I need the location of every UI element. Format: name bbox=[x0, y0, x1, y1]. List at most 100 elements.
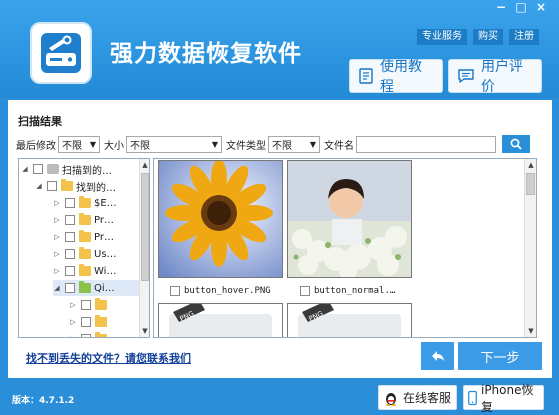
file-thumbnail[interactable] bbox=[287, 160, 412, 280]
modified-label: 最后修改 bbox=[16, 140, 56, 152]
photo-image bbox=[288, 161, 411, 280]
tutorial-button[interactable]: 使用教程 bbox=[349, 59, 443, 95]
checkbox[interactable] bbox=[47, 181, 57, 191]
checkbox[interactable] bbox=[81, 334, 91, 337]
scroll-up-icon[interactable]: ▲ bbox=[140, 161, 149, 169]
search-icon bbox=[510, 138, 522, 150]
tree-item[interactable]: ▷ bbox=[69, 297, 110, 313]
expand-icon[interactable]: ▷ bbox=[53, 233, 61, 241]
sunflower-image bbox=[159, 159, 282, 277]
tree-item[interactable]: ▷ Pr… bbox=[53, 212, 114, 228]
expand-icon[interactable]: ▷ bbox=[53, 199, 61, 207]
tree-item-selected[interactable]: ◢ Qi… bbox=[53, 280, 141, 296]
expand-icon[interactable]: ▷ bbox=[53, 216, 61, 224]
app-logo bbox=[30, 22, 92, 84]
user-review-button[interactable]: 用户评价 bbox=[448, 59, 542, 95]
folder-icon bbox=[95, 298, 107, 310]
footer: 版本：4.7.1.2 在线客服 iPhone恢复 bbox=[0, 380, 559, 415]
document-icon bbox=[359, 68, 373, 84]
file-caption[interactable]: button_hover.PNG bbox=[170, 286, 271, 296]
checkbox[interactable] bbox=[81, 317, 91, 327]
collapse-icon[interactable]: ◢ bbox=[53, 284, 61, 292]
expand-icon[interactable]: ▷ bbox=[53, 250, 61, 258]
contact-us-link[interactable]: 找不到丢失的文件？请您联系我们 bbox=[26, 350, 191, 366]
back-button[interactable] bbox=[421, 342, 454, 370]
tree-scrollbar[interactable]: ▲ ▼ bbox=[139, 159, 149, 337]
folder-icon bbox=[79, 213, 91, 225]
next-button[interactable]: 下一步 bbox=[458, 342, 542, 370]
scroll-down-icon[interactable]: ▼ bbox=[140, 327, 149, 335]
tree-item[interactable]: ▷ Pr… bbox=[53, 229, 114, 245]
scan-results-panel: 扫描结果 最后修改 不限 ▼ 大小 不限 ▼ 文件类型 不限 ▼ 文件名 ◢ 扫描到的…… bbox=[8, 100, 552, 378]
expand-icon[interactable]: ▷ bbox=[53, 267, 61, 275]
filename-label: 文件名 bbox=[324, 140, 354, 152]
modified-select[interactable]: 不限 ▼ bbox=[58, 135, 100, 153]
gallery-scrollbar[interactable]: ▲ ▼ bbox=[524, 159, 536, 337]
folder-icon bbox=[61, 179, 73, 191]
folder-icon bbox=[79, 196, 91, 208]
checkbox[interactable] bbox=[65, 215, 75, 225]
drive-repair-icon bbox=[41, 33, 81, 73]
checkbox[interactable] bbox=[65, 198, 75, 208]
tree-item[interactable]: ▷ bbox=[69, 331, 110, 337]
checkbox[interactable] bbox=[65, 266, 75, 276]
iphone-recovery-button[interactable]: iPhone恢复 bbox=[463, 383, 544, 414]
file-gallery: button_hover.PNG button_normal.… PNG PNG… bbox=[153, 158, 537, 338]
tree-item[interactable]: ▷ $E… bbox=[53, 195, 117, 211]
tree-item[interactable]: ◢ 找到的… bbox=[35, 178, 116, 194]
comment-icon bbox=[458, 69, 474, 83]
tree-item[interactable]: ▷ bbox=[69, 314, 110, 330]
close-button[interactable]: × bbox=[531, 1, 551, 15]
folder-icon bbox=[79, 247, 91, 259]
checkbox[interactable] bbox=[65, 249, 75, 259]
tutorial-label: 使用教程 bbox=[380, 59, 422, 95]
folder-icon bbox=[79, 230, 91, 242]
expand-icon[interactable]: ▷ bbox=[69, 335, 77, 337]
panel-title: 扫描结果 bbox=[18, 115, 62, 128]
buy-link[interactable]: 购买 bbox=[473, 29, 503, 45]
tree-item[interactable]: ▷ Us… bbox=[53, 246, 117, 262]
maximize-button[interactable]: □ bbox=[511, 1, 531, 15]
register-link[interactable]: 注册 bbox=[509, 29, 539, 45]
filetype-label: 文件类型 bbox=[226, 140, 266, 152]
pro-service-link[interactable]: 专业服务 bbox=[417, 29, 467, 45]
folder-tree: ◢ 扫描到的… ◢ 找到的… ▷ $E… ▷ Pr… ▷ Pr… ▷ Us… ▷ Wi… ◢ Q… bbox=[18, 158, 150, 338]
checkbox[interactable] bbox=[170, 286, 180, 296]
chevron-down-icon: ▼ bbox=[89, 139, 96, 149]
expand-icon[interactable]: ▷ bbox=[69, 318, 77, 326]
checkbox[interactable] bbox=[65, 283, 75, 293]
file-thumbnail[interactable]: PNG bbox=[287, 300, 412, 337]
checkbox[interactable] bbox=[81, 300, 91, 310]
folder-icon bbox=[95, 332, 107, 337]
size-select[interactable]: 不限 ▼ bbox=[126, 135, 222, 153]
minimize-button[interactable]: − bbox=[491, 1, 511, 15]
file-caption[interactable]: button_normal.… bbox=[300, 286, 395, 296]
folder-icon bbox=[95, 315, 107, 327]
tree-item[interactable]: ▷ Wi… bbox=[53, 263, 116, 279]
collapse-icon[interactable]: ◢ bbox=[21, 165, 29, 173]
scroll-thumb[interactable] bbox=[141, 173, 149, 281]
top-links: 专业服务 购买 注册 bbox=[417, 29, 539, 45]
checkbox[interactable] bbox=[300, 286, 310, 296]
online-support-button[interactable]: 在线客服 bbox=[378, 385, 457, 410]
checkbox[interactable] bbox=[65, 232, 75, 242]
checkbox[interactable] bbox=[33, 164, 43, 174]
scroll-thumb[interactable] bbox=[526, 173, 535, 195]
file-thumbnail[interactable] bbox=[158, 159, 283, 278]
app-title: 强力数据恢复软件 bbox=[110, 41, 302, 67]
filename-input[interactable] bbox=[356, 135, 496, 153]
window-controls: − □ × bbox=[491, 1, 551, 15]
size-label: 大小 bbox=[104, 140, 124, 152]
qq-penguin-icon bbox=[386, 392, 396, 406]
scroll-up-icon[interactable]: ▲ bbox=[525, 161, 536, 169]
iphone-recovery-label: iPhone恢复 bbox=[480, 382, 534, 414]
png-file-icon: PNG bbox=[169, 300, 272, 337]
scroll-down-icon[interactable]: ▼ bbox=[525, 327, 536, 335]
phone-icon bbox=[468, 390, 477, 405]
tree-item[interactable]: ◢ 扫描到的… bbox=[21, 161, 112, 177]
search-button[interactable] bbox=[502, 135, 530, 153]
file-thumbnail[interactable]: PNG bbox=[158, 300, 283, 337]
expand-icon[interactable]: ▷ bbox=[69, 301, 77, 309]
collapse-icon[interactable]: ◢ bbox=[35, 182, 43, 190]
filetype-select[interactable]: 不限 ▼ bbox=[268, 135, 320, 153]
